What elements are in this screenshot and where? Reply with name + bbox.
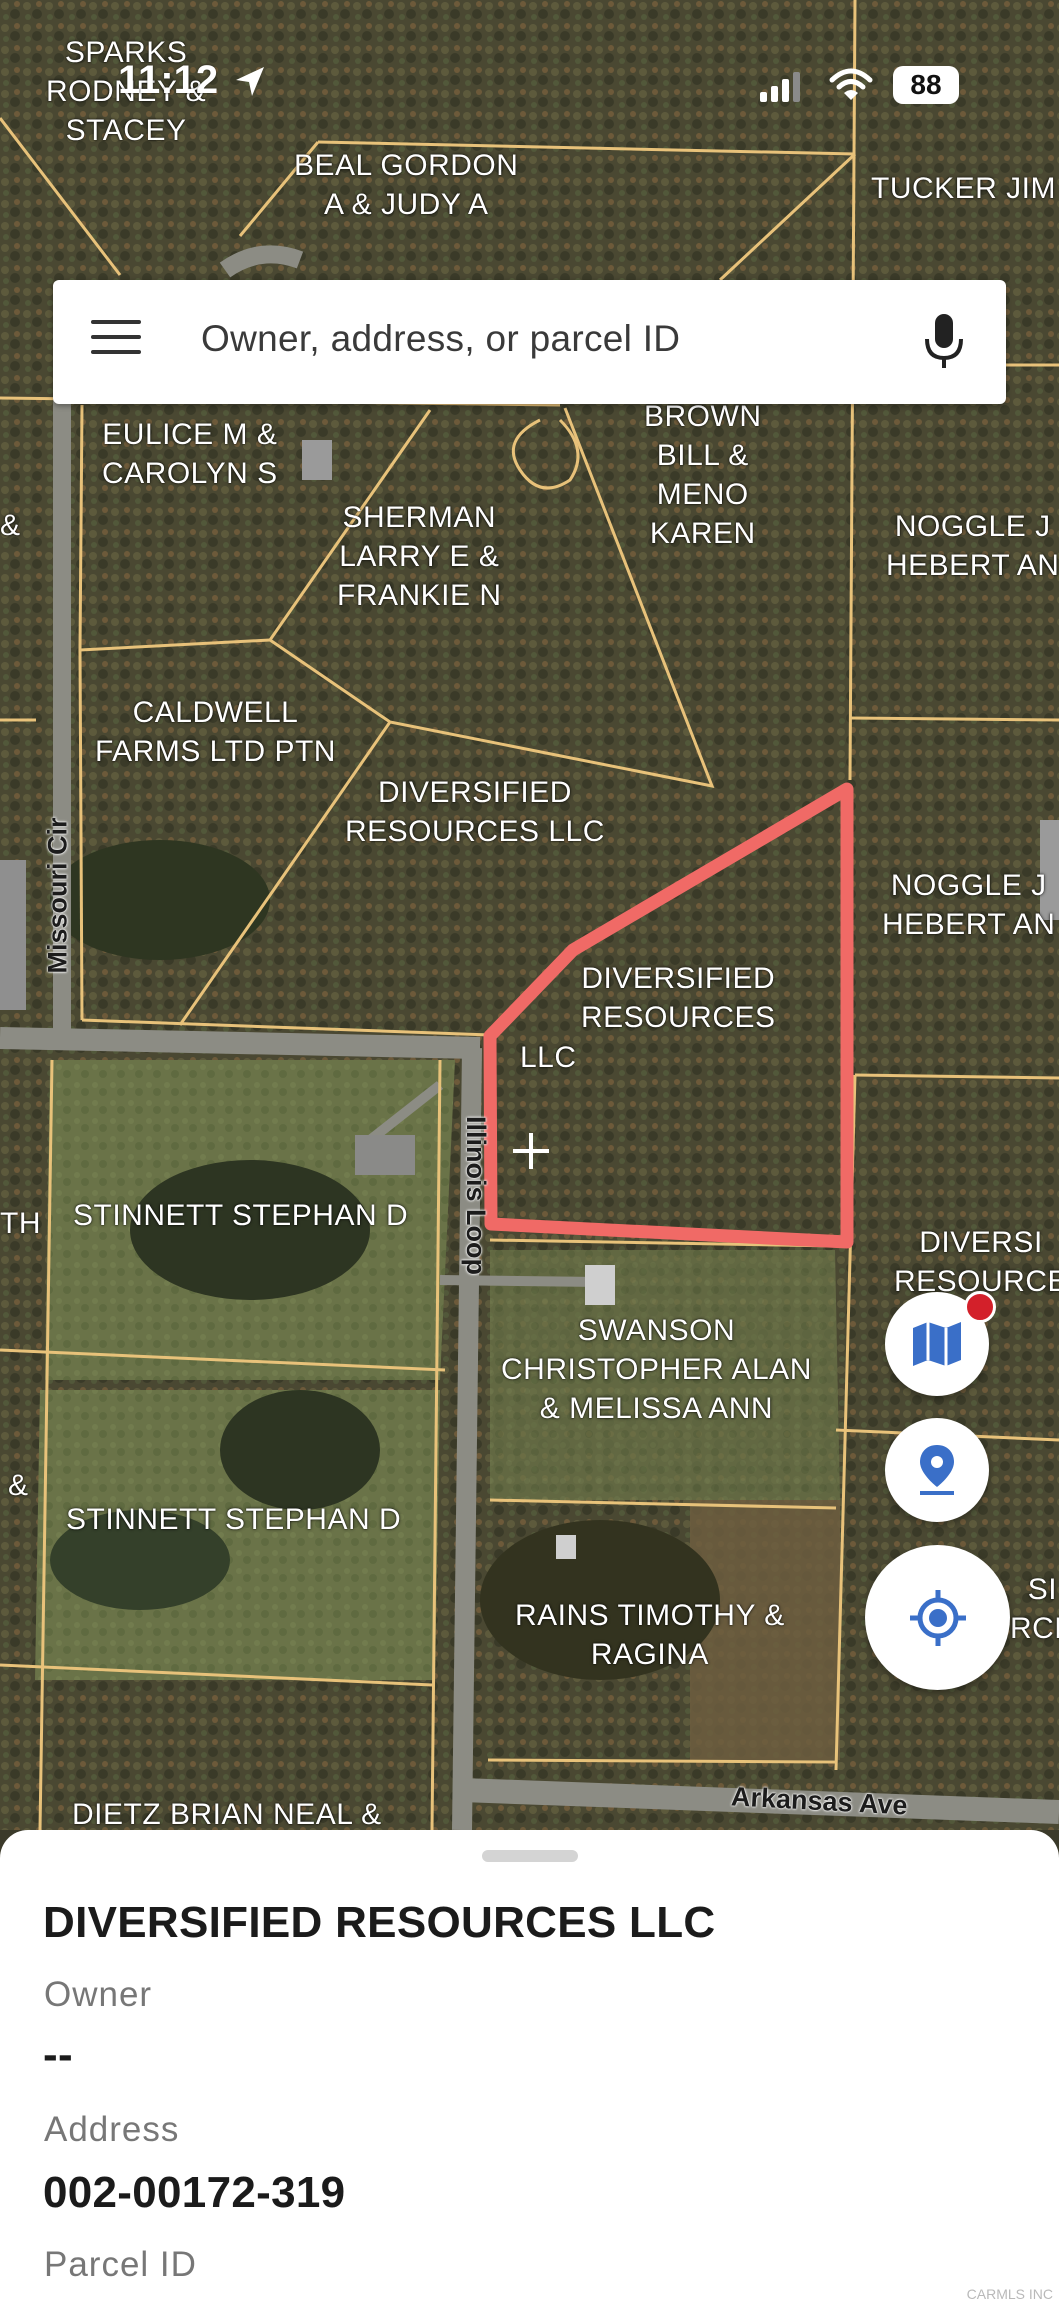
my-location-button[interactable] (865, 1545, 1010, 1690)
road-label-illinois-loop: Illinois Loop (460, 1116, 491, 1275)
owner-label: LLC (520, 1041, 577, 1074)
owner-label: SHERMAN LARRY E & FRANKIE N (337, 501, 502, 612)
owner-label: STINNETT STEPHAN D (66, 1503, 402, 1536)
owner-value: DIVERSIFIED RESOURCES LLC (43, 1898, 716, 1947)
owner-label: DIVERSIFIED RESOURCES LLC (345, 776, 605, 848)
owner-label: TH (0, 1207, 41, 1240)
owner-label: NOGGLE J HEBERT AN (882, 869, 1056, 941)
notification-dot (964, 1291, 996, 1323)
road-label-missouri-cir: Missouri Cir (42, 817, 73, 974)
owner-label: STINNETT STEPHAN D (73, 1199, 409, 1232)
owner-label: & (8, 1469, 29, 1502)
owner-label: DIVERSIFIED RESOURCES (581, 962, 776, 1034)
address-caption: Address (44, 2110, 180, 2149)
my-location-icon (909, 1589, 966, 1646)
search-input[interactable]: Owner, address, or parcel ID (201, 318, 680, 360)
parcel-id-caption: Parcel ID (44, 2245, 197, 2284)
map-icon (913, 1322, 961, 1366)
owner-caption: Owner (44, 1975, 153, 2014)
dropped-pin-button[interactable] (885, 1418, 989, 1522)
owner-label: BROWN BILL & MENO KAREN (644, 400, 762, 550)
owner-label: CALDWELL FARMS LTD PTN (95, 696, 336, 768)
crosshair-icon (513, 1133, 549, 1169)
sheet-drag-handle[interactable] (482, 1850, 578, 1862)
owner-label: SPARKS RODNEY & STACEY (46, 36, 207, 147)
pin-icon (920, 1445, 954, 1495)
owner-label: DIETZ BRIAN NEAL & (72, 1798, 382, 1830)
owner-label: BEAL GORDON A & JUDY A (294, 149, 519, 221)
owner-label: TUCKER JIM (871, 172, 1056, 205)
menu-icon[interactable] (91, 320, 141, 364)
owner-label: DIVERSI RESOURCE (894, 1226, 1059, 1298)
owner-label: EULICE M & CAROLYN S (102, 418, 278, 490)
search-bar[interactable]: Owner, address, or parcel ID (53, 280, 1006, 404)
parcel-id-value: 002-00172-319 (43, 2168, 346, 2217)
owner-label: & (0, 509, 21, 542)
parcel-details-sheet[interactable]: DIVERSIFIED RESOURCES LLC Owner -- Addre… (0, 1830, 1059, 2304)
mic-icon[interactable] (922, 312, 966, 372)
owner-label: SWANSON CHRISTOPHER ALAN & MELISSA ANN (501, 1314, 812, 1425)
address-value: -- (43, 2030, 73, 2079)
owner-label: NOGGLE J HEBERT AN (886, 510, 1059, 582)
owner-label: RAINS TIMOTHY & RAGINA (515, 1599, 785, 1671)
watermark: CARMLS INC (966, 2286, 1053, 2302)
owner-label: SI RCE (1010, 1573, 1059, 1645)
